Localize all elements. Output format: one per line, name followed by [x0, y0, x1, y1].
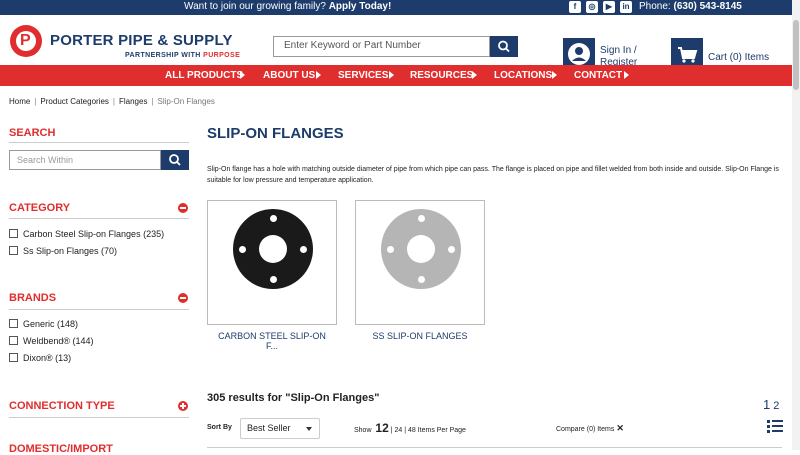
per-page-12[interactable]: 12	[375, 421, 388, 435]
chevron-right-icon	[552, 71, 557, 79]
brand-tagline: PARTNERSHIP WITH PURPOSE	[125, 52, 241, 59]
category-option-ss[interactable]: Ss Slip-on Flanges (70)	[23, 246, 117, 256]
ss-flange-image	[381, 209, 461, 289]
per-page-options[interactable]: | 24 | 48 Items Per Page	[391, 427, 466, 434]
nav-about-us[interactable]: ABOUT US	[263, 70, 315, 81]
connection-type-section-title[interactable]: CONNECTION TYPE	[9, 400, 115, 412]
subcategory-card-carbon-steel[interactable]	[207, 200, 337, 325]
chevron-right-icon	[624, 71, 629, 79]
brand-checkbox[interactable]	[9, 353, 18, 362]
cart-label[interactable]: Cart (0) Items	[708, 52, 769, 63]
compare-items[interactable]: Compare (0) Items ✕	[556, 423, 624, 434]
brand-name[interactable]: PORTER PIPE & SUPPLY	[50, 32, 233, 49]
main-nav: ALL PRODUCTS ABOUT US SERVICES RESOURCES…	[0, 65, 800, 86]
chevron-right-icon	[472, 71, 477, 79]
category-description: Slip-On flange has a hole with matching …	[207, 166, 779, 184]
category-checkbox[interactable]	[9, 246, 18, 255]
search-within-input[interactable]: Search Within	[9, 150, 161, 170]
chevron-right-icon	[316, 71, 321, 79]
brand-option-generic[interactable]: Generic (148)	[23, 319, 78, 329]
divider	[9, 309, 189, 310]
linkedin-icon[interactable]: in	[620, 1, 632, 13]
search-section-title: SEARCH	[9, 127, 56, 139]
page-scrollbar[interactable]	[792, 0, 800, 450]
sort-select[interactable]: Best Seller	[240, 418, 320, 439]
promo-text: Want to join our growing family? Apply T…	[184, 1, 392, 12]
collapse-icon[interactable]	[178, 203, 188, 213]
facebook-icon[interactable]: f	[569, 1, 581, 13]
phone-number[interactable]: Phone: (630) 543-8145	[639, 1, 742, 12]
close-icon[interactable]: ✕	[616, 423, 624, 433]
instagram-icon[interactable]: ◎	[586, 1, 598, 13]
items-per-page: Show 12 | 24 | 48 Items Per Page	[354, 421, 466, 435]
breadcrumb-current: Slip-On Flanges	[157, 97, 215, 106]
search-icon	[169, 154, 181, 166]
divider	[207, 447, 782, 448]
breadcrumb: Home | Product Categories | Flanges | Slip-On …	[9, 97, 215, 106]
chevron-right-icon	[240, 71, 245, 79]
search-within-button[interactable]	[161, 150, 189, 170]
nav-resources[interactable]: RESOURCES	[410, 70, 473, 81]
carbon-steel-flange-image	[233, 209, 313, 289]
chevron-down-icon	[306, 427, 312, 431]
search-icon	[498, 40, 510, 53]
nav-locations[interactable]: LOCATIONS	[494, 70, 552, 81]
page-1[interactable]: 1	[763, 397, 770, 412]
divider	[9, 142, 189, 143]
site-header: P PORTER PIPE & SUPPLY PARTNERSHIP WITH …	[0, 15, 800, 70]
youtube-icon[interactable]: ▶	[603, 1, 615, 13]
nav-services[interactable]: SERVICES	[338, 70, 388, 81]
chevron-right-icon	[389, 71, 394, 79]
search-button[interactable]	[490, 36, 518, 57]
expand-icon[interactable]	[178, 401, 188, 411]
breadcrumb-flanges[interactable]: Flanges	[119, 97, 147, 106]
page-title: SLIP-ON FLANGES	[207, 125, 344, 142]
divider	[9, 417, 189, 418]
page-2[interactable]: 2	[773, 400, 779, 412]
subcategory-label-ss[interactable]: SS SLIP-ON FLANGES	[355, 331, 485, 341]
nav-all-products[interactable]: ALL PRODUCTS	[165, 70, 243, 81]
apply-today-link[interactable]: Apply Today!	[329, 1, 392, 12]
brand-option-dixon[interactable]: Dixon® (13)	[23, 353, 71, 363]
breadcrumb-product-categories[interactable]: Product Categories	[40, 97, 108, 106]
scrollbar-thumb[interactable]	[793, 20, 799, 90]
subcategory-card-ss[interactable]	[355, 200, 485, 325]
results-count: 305 results for "Slip-On Flanges"	[207, 392, 380, 404]
brands-section-title[interactable]: BRANDS	[9, 292, 56, 304]
pagination: 1 2	[763, 397, 779, 412]
divider	[9, 218, 189, 219]
brand-checkbox[interactable]	[9, 336, 18, 345]
collapse-icon[interactable]	[178, 293, 188, 303]
subcategory-label-carbon-steel[interactable]: CARBON STEEL SLIP-ON F...	[207, 331, 337, 351]
brand-option-weldbend[interactable]: Weldbend® (144)	[23, 336, 94, 346]
search-input[interactable]: Enter Keyword or Part Number	[273, 36, 490, 57]
brand-checkbox[interactable]	[9, 319, 18, 328]
breadcrumb-home[interactable]: Home	[9, 97, 30, 106]
domestic-import-section-title[interactable]: DOMESTIC/IMPORT	[9, 443, 113, 455]
category-section-title[interactable]: CATEGORY	[9, 202, 70, 214]
category-option-carbon-steel[interactable]: Carbon Steel Slip-on Flanges (235)	[23, 229, 164, 239]
category-checkbox[interactable]	[9, 229, 18, 238]
logo-icon[interactable]: P	[10, 25, 42, 57]
list-view-icon[interactable]	[767, 420, 783, 433]
sort-by-label: Sort By	[207, 424, 232, 431]
nav-contact[interactable]: CONTACT	[574, 70, 622, 81]
top-announcement-bar: Want to join our growing family? Apply T…	[0, 0, 800, 15]
